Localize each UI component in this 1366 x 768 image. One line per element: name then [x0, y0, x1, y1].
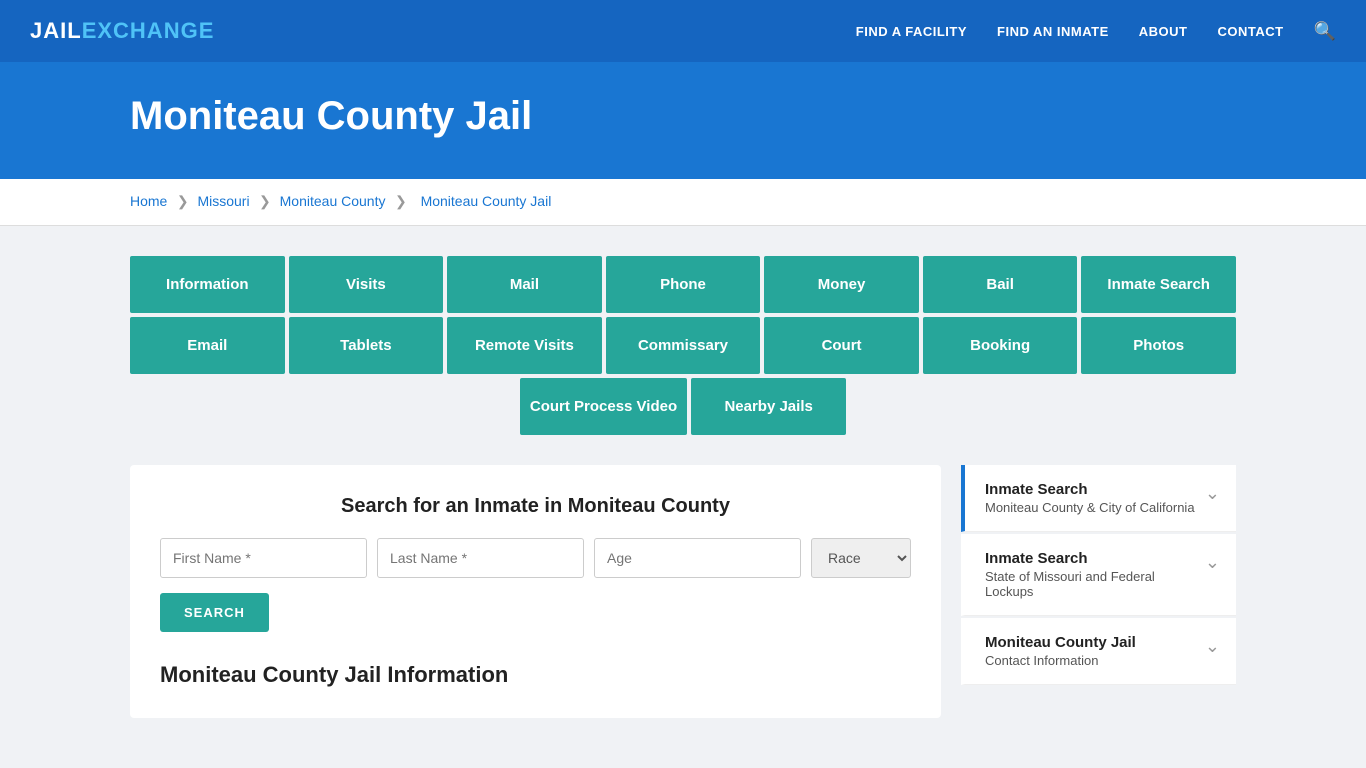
navbar: JAILEXCHANGE FIND A FACILITY FIND AN INM…: [0, 0, 1366, 64]
page-title: Moniteau County Jail: [130, 94, 1336, 139]
logo[interactable]: JAILEXCHANGE: [30, 18, 214, 44]
first-name-input[interactable]: [160, 538, 367, 578]
chevron-down-icon-1: ⌄: [1205, 483, 1220, 504]
btn-court[interactable]: Court: [764, 317, 919, 374]
sidebar-item-title-1: Inmate Search: [985, 481, 1195, 498]
sidebar-item-title-3: Moniteau County Jail: [985, 634, 1136, 651]
nav-find-facility[interactable]: FIND A FACILITY: [856, 24, 967, 39]
chevron-down-icon-2: ⌄: [1205, 552, 1220, 573]
breadcrumb: Home ❯ Missouri ❯ Moniteau County ❯ Moni…: [0, 179, 1366, 226]
btn-information[interactable]: Information: [130, 256, 285, 313]
grid-row-3: Court Process Video Nearby Jails: [130, 378, 1236, 435]
btn-email[interactable]: Email: [130, 317, 285, 374]
breadcrumb-sep3: ❯: [395, 193, 411, 209]
btn-photos[interactable]: Photos: [1081, 317, 1236, 374]
jail-info-title: Moniteau County Jail Information: [160, 662, 911, 688]
logo-highlight: EXCHANGE: [82, 18, 215, 44]
sidebar-item-text-2: Inmate Search State of Missouri and Fede…: [985, 550, 1205, 599]
sidebar: Inmate Search Moniteau County & City of …: [961, 465, 1236, 718]
grid-row-2: Email Tablets Remote Visits Commissary C…: [130, 317, 1236, 374]
sidebar-item-subtitle-3: Contact Information: [985, 653, 1136, 668]
breadcrumb-sep2: ❯: [259, 193, 275, 209]
btn-court-process-video[interactable]: Court Process Video: [520, 378, 687, 435]
btn-phone[interactable]: Phone: [606, 256, 761, 313]
chevron-down-icon-3: ⌄: [1205, 636, 1220, 657]
nav-find-inmate[interactable]: FIND AN INMATE: [997, 24, 1109, 39]
race-select[interactable]: Race White Black Hispanic Asian Other: [811, 538, 911, 578]
nav-contact[interactable]: CONTACT: [1217, 24, 1283, 39]
search-form-title: Search for an Inmate in Moniteau County: [160, 495, 911, 518]
sidebar-item-inmate-search-1[interactable]: Inmate Search Moniteau County & City of …: [961, 465, 1236, 532]
btn-visits[interactable]: Visits: [289, 256, 444, 313]
btn-bail[interactable]: Bail: [923, 256, 1078, 313]
sidebar-item-text-1: Inmate Search Moniteau County & City of …: [985, 481, 1195, 515]
btn-inmate-search[interactable]: Inmate Search: [1081, 256, 1236, 313]
btn-money[interactable]: Money: [764, 256, 919, 313]
breadcrumb-moniteau-county[interactable]: Moniteau County: [280, 193, 386, 209]
lower-section: Search for an Inmate in Moniteau County …: [130, 465, 1236, 718]
search-icon-button[interactable]: 🔍: [1314, 21, 1336, 42]
age-input[interactable]: [594, 538, 801, 578]
sidebar-item-subtitle-1: Moniteau County & City of California: [985, 500, 1195, 515]
last-name-input[interactable]: [377, 538, 584, 578]
btn-mail[interactable]: Mail: [447, 256, 602, 313]
sidebar-item-contact-info[interactable]: Moniteau County Jail Contact Information…: [961, 618, 1236, 685]
sidebar-item-title-2: Inmate Search: [985, 550, 1205, 567]
breadcrumb-missouri[interactable]: Missouri: [197, 193, 249, 209]
btn-nearby-jails[interactable]: Nearby Jails: [691, 378, 846, 435]
hero-banner: Moniteau County Jail: [0, 64, 1366, 179]
nav-links: FIND A FACILITY FIND AN INMATE ABOUT CON…: [856, 21, 1336, 42]
breadcrumb-home[interactable]: Home: [130, 193, 167, 209]
btn-commissary[interactable]: Commissary: [606, 317, 761, 374]
search-form-box: Search for an Inmate in Moniteau County …: [130, 465, 941, 718]
logo-main: JAIL: [30, 18, 82, 44]
sidebar-item-inmate-search-2[interactable]: Inmate Search State of Missouri and Fede…: [961, 534, 1236, 616]
btn-booking[interactable]: Booking: [923, 317, 1078, 374]
breadcrumb-sep1: ❯: [177, 193, 193, 209]
grid-row-1: Information Visits Mail Phone Money Bail…: [130, 256, 1236, 313]
search-button[interactable]: SEARCH: [160, 593, 269, 632]
sidebar-item-text-3: Moniteau County Jail Contact Information: [985, 634, 1136, 668]
search-inputs: Race White Black Hispanic Asian Other: [160, 538, 911, 578]
sidebar-item-subtitle-2: State of Missouri and Federal Lockups: [985, 569, 1205, 599]
btn-tablets[interactable]: Tablets: [289, 317, 444, 374]
btn-remote-visits[interactable]: Remote Visits: [447, 317, 602, 374]
breadcrumb-current: Moniteau County Jail: [421, 193, 552, 209]
main-content: Information Visits Mail Phone Money Bail…: [0, 226, 1366, 748]
nav-about[interactable]: ABOUT: [1139, 24, 1188, 39]
